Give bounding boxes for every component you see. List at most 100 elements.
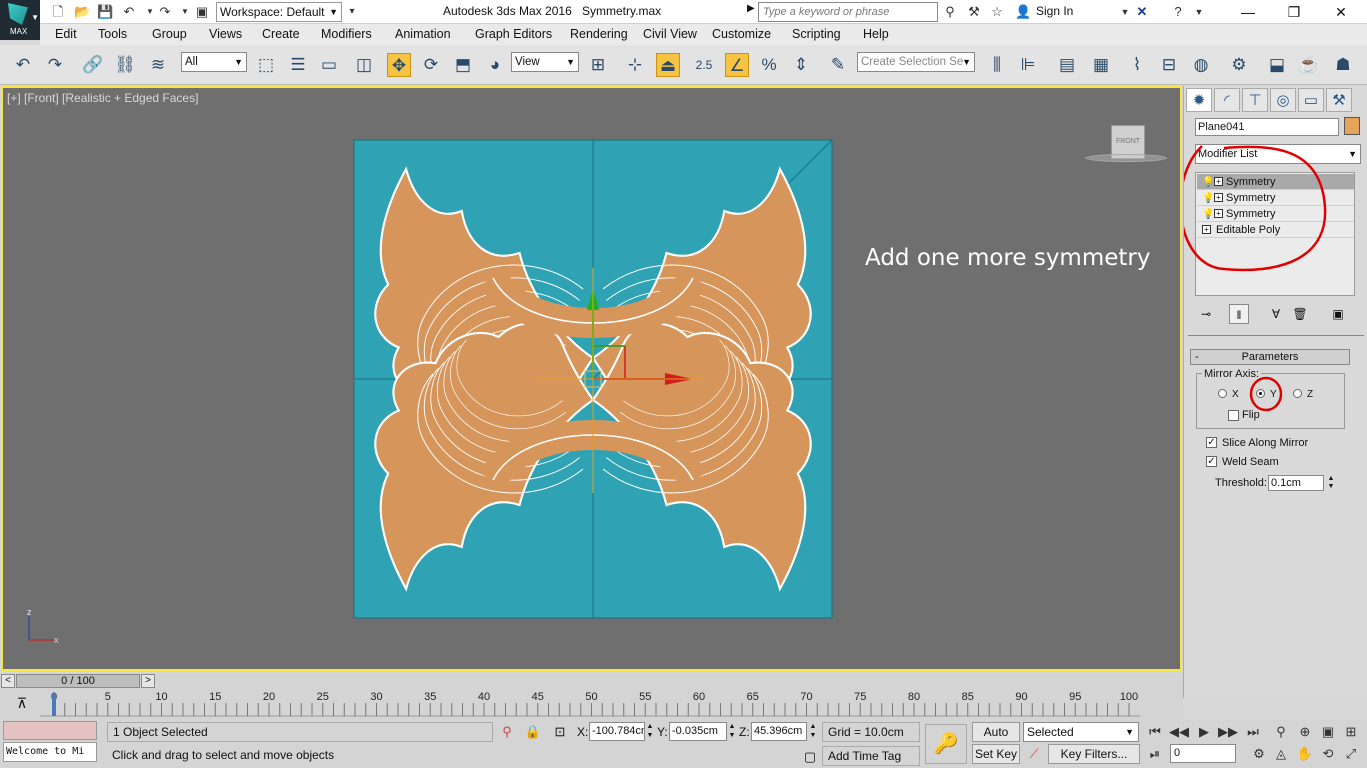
orbit-icon[interactable]: ⟲ bbox=[1317, 744, 1339, 764]
user-icon[interactable]: 👤 bbox=[1015, 4, 1031, 20]
go-to-start-icon[interactable]: ⏮ bbox=[1144, 722, 1166, 742]
binoculars-icon[interactable]: ⚲ bbox=[942, 4, 958, 20]
zoom-extents-all-icon[interactable]: ⊞ bbox=[1340, 722, 1362, 742]
menu-scripting[interactable]: Scripting bbox=[792, 27, 841, 41]
redo-dropdown-icon[interactable]: ▼ bbox=[177, 4, 193, 20]
viewcube-compass-ring[interactable] bbox=[1085, 154, 1167, 162]
menu-help[interactable]: Help bbox=[863, 27, 889, 41]
edit-named-selection-icon[interactable]: ✎ bbox=[826, 53, 850, 77]
go-to-end-icon[interactable]: ⏭ bbox=[1242, 722, 1264, 742]
project-folder-icon[interactable]: ▣ bbox=[194, 4, 210, 20]
add-time-tag-button[interactable]: Add Time Tag bbox=[822, 746, 920, 766]
search-input[interactable]: Type a keyword or phrase bbox=[758, 2, 938, 22]
curve-editor-icon[interactable]: ⌇ bbox=[1125, 53, 1149, 77]
selection-filter-dropdown[interactable]: All ▼ bbox=[181, 52, 247, 72]
maxscript-listener-input[interactable]: Welcome to Mi bbox=[3, 742, 97, 762]
maximize-viewport-icon[interactable]: ⤢ bbox=[1340, 744, 1362, 764]
set-key-button[interactable]: Set Key bbox=[972, 744, 1020, 764]
exchange-apps-icon[interactable]: ✕ bbox=[1134, 4, 1150, 20]
menu-group[interactable]: Group bbox=[152, 27, 187, 41]
align-icon[interactable]: ⊫ bbox=[1016, 53, 1040, 77]
stack-item-symmetry-3[interactable]: 💡 + Symmetry bbox=[1197, 206, 1354, 222]
time-configuration-icon[interactable]: ⚙ bbox=[1248, 744, 1270, 764]
minimize-button[interactable]: — bbox=[1233, 2, 1263, 22]
select-and-scale-icon[interactable]: ⬒ bbox=[451, 53, 475, 77]
chevron-down-icon[interactable]: ▼ bbox=[1191, 4, 1207, 20]
select-and-link-icon[interactable]: 🔗 bbox=[81, 53, 105, 77]
stack-item-editable-poly[interactable]: + Editable Poly bbox=[1197, 222, 1354, 238]
time-slider[interactable]: 0 / 100 bbox=[16, 674, 140, 688]
schematic-view-icon[interactable]: ⊟ bbox=[1157, 53, 1181, 77]
menu-tools[interactable]: Tools bbox=[98, 27, 127, 41]
modify-tab-icon[interactable]: ◜ bbox=[1214, 88, 1240, 112]
undo-icon[interactable]: ↶ bbox=[11, 53, 35, 77]
zoom-icon[interactable]: ⚲ bbox=[1270, 722, 1292, 742]
x-spinner[interactable]: ▲ ▼ bbox=[646, 722, 654, 741]
bind-space-warp-icon[interactable]: ≋ bbox=[146, 53, 170, 77]
menu-graph-editors[interactable]: Graph Editors bbox=[475, 27, 552, 41]
modifier-list-dropdown[interactable]: Modifier List ▼ bbox=[1195, 144, 1361, 164]
restore-button[interactable]: ❐ bbox=[1279, 2, 1309, 22]
next-frame-arrow-icon[interactable]: > bbox=[141, 674, 155, 688]
chevron-down-icon[interactable]: ▼ bbox=[1117, 4, 1133, 20]
axis-y-radio[interactable] bbox=[1256, 389, 1265, 398]
selection-lock-icon[interactable]: 🔒 bbox=[524, 723, 542, 741]
select-by-name-icon[interactable]: ☰ bbox=[286, 53, 310, 77]
window-crossing-icon[interactable]: ◫ bbox=[352, 53, 376, 77]
weld-seam-checkbox[interactable]: ✓ bbox=[1206, 456, 1217, 467]
remove-modifier-icon[interactable]: 🗑 bbox=[1290, 304, 1310, 324]
utilities-tab-icon[interactable]: ⚒ bbox=[1326, 88, 1352, 112]
rendered-frame-window-icon[interactable]: ⬓ bbox=[1265, 53, 1289, 77]
stack-item-symmetry-2[interactable]: 💡 + Symmetry bbox=[1197, 190, 1354, 206]
slice-along-mirror-checkbox[interactable]: ✓ bbox=[1206, 437, 1217, 448]
key-filters-button[interactable]: Key Filters... bbox=[1048, 744, 1140, 764]
expand-plus-icon[interactable]: + bbox=[1214, 193, 1223, 202]
z-coordinate-input[interactable]: 45.396cm bbox=[751, 722, 807, 741]
sign-in-button[interactable]: Sign In bbox=[1036, 4, 1073, 18]
rectangular-selection-icon[interactable]: ▭ bbox=[317, 53, 341, 77]
next-frame-icon[interactable]: ▶▶ bbox=[1217, 722, 1239, 742]
object-color-swatch[interactable] bbox=[1344, 117, 1360, 135]
expand-plus-icon[interactable]: + bbox=[1202, 225, 1211, 234]
select-and-move-icon[interactable]: ✥ bbox=[387, 53, 411, 77]
flip-checkbox[interactable] bbox=[1228, 410, 1239, 421]
key-mode-dropdown[interactable]: Selected ▼ bbox=[1023, 722, 1139, 742]
toggle-ribbon-icon[interactable]: ▦ bbox=[1089, 53, 1113, 77]
mirror-icon[interactable]: ⫼ bbox=[985, 53, 1009, 77]
help-icon[interactable]: ? bbox=[1170, 4, 1186, 20]
pin-stack-icon[interactable]: ⊸ bbox=[1196, 304, 1216, 324]
menu-civil-view[interactable]: Civil View bbox=[643, 27, 697, 41]
current-frame-input[interactable]: 0 bbox=[1170, 744, 1236, 763]
communication-center-icon[interactable]: ⚒ bbox=[966, 4, 982, 20]
render-production-icon[interactable]: ☕ bbox=[1297, 53, 1321, 77]
threshold-spinner[interactable]: ▲ ▼ bbox=[1326, 475, 1336, 491]
zoom-all-icon[interactable]: ⊕ bbox=[1294, 722, 1316, 742]
previous-frame-arrow-icon[interactable]: < bbox=[1, 674, 15, 688]
select-and-rotate-icon[interactable]: ⟳ bbox=[419, 53, 443, 77]
viewport-label[interactable]: [+] [Front] [Realistic + Edged Faces] bbox=[7, 91, 198, 105]
angle-snap-icon[interactable]: ∠ bbox=[725, 53, 749, 77]
lightbulb-icon[interactable]: 💡 bbox=[1202, 191, 1214, 207]
search-expand-icon[interactable]: ▶ bbox=[747, 3, 755, 14]
favorites-star-icon[interactable]: ☆ bbox=[989, 4, 1005, 20]
axis-x-radio[interactable] bbox=[1218, 389, 1227, 398]
material-editor-icon[interactable]: ◍ bbox=[1189, 53, 1213, 77]
previous-frame-icon[interactable]: ◀◀ bbox=[1168, 722, 1190, 742]
axis-z-radio[interactable] bbox=[1293, 389, 1302, 398]
keyboard-shortcut-override-icon[interactable]: ⏏ bbox=[656, 53, 680, 77]
threshold-input[interactable]: 0.1cm bbox=[1268, 475, 1324, 491]
undo-dropdown-icon[interactable]: ▼ bbox=[142, 4, 158, 20]
snaps-toggle-icon[interactable]: 2.5 bbox=[692, 53, 716, 77]
display-tab-icon[interactable]: ▭ bbox=[1298, 88, 1324, 112]
undo-icon[interactable]: ↶ bbox=[121, 4, 137, 20]
unlink-selection-icon[interactable]: ⛓ bbox=[113, 53, 137, 77]
z-spinner[interactable]: ▲ ▼ bbox=[809, 722, 817, 741]
render-iterative-icon[interactable]: ☗ bbox=[1331, 53, 1355, 77]
parameters-rollout-header[interactable]: - Parameters bbox=[1190, 349, 1350, 365]
pan-view-icon[interactable]: ✋ bbox=[1294, 744, 1316, 764]
default-in-out-tangents-icon[interactable]: ⟋ bbox=[1025, 745, 1043, 763]
hierarchy-tab-icon[interactable]: ⊤ bbox=[1242, 88, 1268, 112]
menu-rendering[interactable]: Rendering bbox=[570, 27, 628, 41]
customize-quick-access-icon[interactable]: ▾ bbox=[344, 4, 360, 20]
lightbulb-icon[interactable]: 💡 bbox=[1202, 175, 1214, 191]
